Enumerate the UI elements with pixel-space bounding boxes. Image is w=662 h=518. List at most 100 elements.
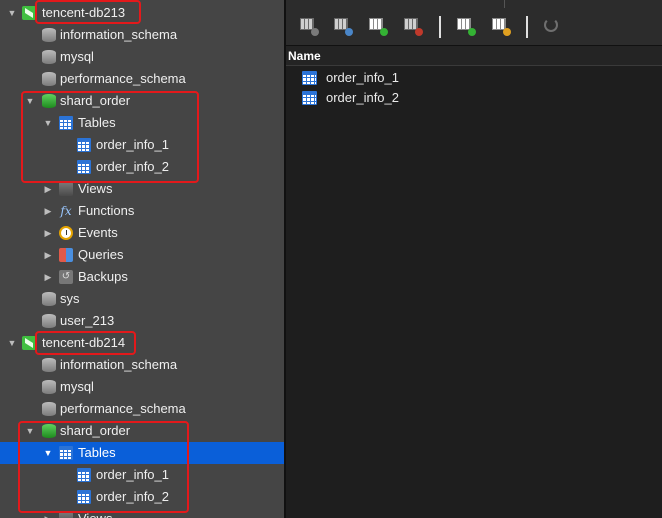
refresh-icon[interactable] [544, 18, 562, 34]
collapse-arrow-icon[interactable]: ▼ [6, 2, 18, 24]
database-label: shard_order [60, 93, 131, 108]
database-label: information_schema [60, 27, 178, 42]
database-label: performance_schema [60, 401, 186, 416]
table-icon [77, 138, 91, 152]
database-item-shard-order[interactable]: ▼ shard_order [0, 90, 284, 112]
table-label: order_info_1 [96, 137, 169, 152]
group-label: Queries [78, 247, 124, 262]
views-icon [59, 512, 73, 518]
backup-icon: ↺ [59, 270, 73, 284]
database-icon [42, 72, 56, 86]
table-item[interactable]: order_info_1 [0, 134, 284, 156]
group-label: Backups [78, 269, 128, 284]
database-item[interactable]: information_schema [0, 354, 284, 376]
database-label: shard_order [60, 423, 131, 438]
views-icon [59, 182, 73, 196]
database-item[interactable]: performance_schema [0, 398, 284, 420]
connection-tree: ▼ tencent-db213 information_schema mysql… [0, 0, 284, 518]
table-item[interactable]: order_info_1 [0, 464, 284, 486]
group-label: Events [78, 225, 118, 240]
database-item[interactable]: mysql [0, 46, 284, 68]
tables-icon [59, 116, 73, 130]
table-label: order_info_2 [96, 159, 169, 174]
database-item[interactable]: user_213 [0, 310, 284, 332]
expand-arrow-icon[interactable]: ▶ [42, 266, 54, 288]
table-item[interactable]: order_info_2 [0, 486, 284, 508]
object-label: order_info_2 [326, 90, 399, 105]
object-label: order_info_1 [326, 70, 399, 85]
clock-icon [59, 226, 73, 240]
database-label: sys [60, 291, 80, 306]
server-label: tencent-db214 [42, 335, 126, 350]
database-label: information_schema [60, 357, 178, 372]
object-pane: Name order_info_1 order_info_2 [286, 0, 662, 518]
database-icon [42, 380, 56, 394]
object-item[interactable]: order_info_1 [286, 68, 662, 88]
database-icon [42, 28, 56, 42]
column-header-label: Name [288, 49, 321, 63]
database-label: mysql [60, 49, 94, 64]
database-label: user_213 [60, 313, 115, 328]
mysql-connection-icon [22, 336, 36, 350]
database-icon [42, 292, 56, 306]
database-item[interactable]: information_schema [0, 24, 284, 46]
group-label: Tables [78, 115, 116, 130]
tables-group[interactable]: ▼ Tables [0, 112, 284, 134]
table-icon [302, 91, 317, 105]
group-label: Views [78, 508, 112, 518]
expand-arrow-icon[interactable]: ▶ [42, 244, 54, 266]
views-group[interactable]: ▶ Views [0, 508, 284, 518]
tables-group-selected[interactable]: ▼ Tables [0, 442, 284, 464]
backups-group[interactable]: ▶ ↺ Backups [0, 266, 284, 288]
server-item-tencent-db213[interactable]: ▼ tencent-db213 [0, 2, 284, 24]
query-icon [59, 248, 73, 262]
collapse-arrow-icon[interactable]: ▼ [42, 442, 54, 464]
collapse-arrow-icon[interactable]: ▼ [42, 112, 54, 134]
expand-arrow-icon[interactable]: ▶ [42, 508, 54, 518]
database-icon [42, 358, 56, 372]
function-icon: fx [60, 204, 72, 218]
database-icon [42, 314, 56, 328]
mysql-connection-icon [22, 6, 36, 20]
database-icon [42, 50, 56, 64]
delete-table-icon[interactable] [404, 18, 423, 36]
group-label: Views [78, 181, 113, 196]
object-item[interactable]: order_info_2 [286, 88, 662, 108]
expand-arrow-icon[interactable]: ▶ [42, 200, 54, 222]
column-header-name[interactable]: Name [286, 46, 662, 66]
table-icon [77, 468, 91, 482]
queries-group[interactable]: ▶ Queries [0, 244, 284, 266]
table-item[interactable]: order_info_2 [0, 156, 284, 178]
server-label: tencent-db213 [42, 5, 126, 20]
import-wizard-icon[interactable] [457, 18, 476, 36]
database-item[interactable]: mysql [0, 376, 284, 398]
table-label: order_info_2 [96, 489, 169, 504]
new-table-icon[interactable] [369, 18, 388, 36]
views-group[interactable]: ▶ Views [0, 178, 284, 200]
export-wizard-icon[interactable] [492, 18, 511, 36]
database-item[interactable]: sys [0, 288, 284, 310]
functions-group[interactable]: ▶ fx Functions [0, 200, 284, 222]
toolbar-separator [526, 16, 528, 38]
database-icon [42, 402, 56, 416]
database-open-icon [42, 94, 56, 108]
expand-arrow-icon[interactable]: ▶ [42, 222, 54, 244]
expand-arrow-icon[interactable]: ▶ [42, 178, 54, 200]
table-icon [77, 160, 91, 174]
open-table-icon[interactable] [300, 18, 319, 36]
table-icon [77, 490, 91, 504]
design-table-icon[interactable] [334, 18, 353, 36]
database-item[interactable]: performance_schema [0, 68, 284, 90]
server-item-tencent-db214[interactable]: ▼ tencent-db214 [0, 332, 284, 354]
collapse-arrow-icon[interactable]: ▼ [24, 90, 36, 112]
table-icon [302, 71, 317, 85]
collapse-arrow-icon[interactable]: ▼ [24, 420, 36, 442]
events-group[interactable]: ▶ Events [0, 222, 284, 244]
tab-divider [504, 0, 505, 8]
table-label: order_info_1 [96, 467, 169, 482]
database-open-icon [42, 424, 56, 438]
database-item-shard-order[interactable]: ▼ shard_order [0, 420, 284, 442]
database-label: performance_schema [60, 71, 186, 86]
group-label: Tables [78, 445, 116, 460]
collapse-arrow-icon[interactable]: ▼ [6, 332, 18, 354]
